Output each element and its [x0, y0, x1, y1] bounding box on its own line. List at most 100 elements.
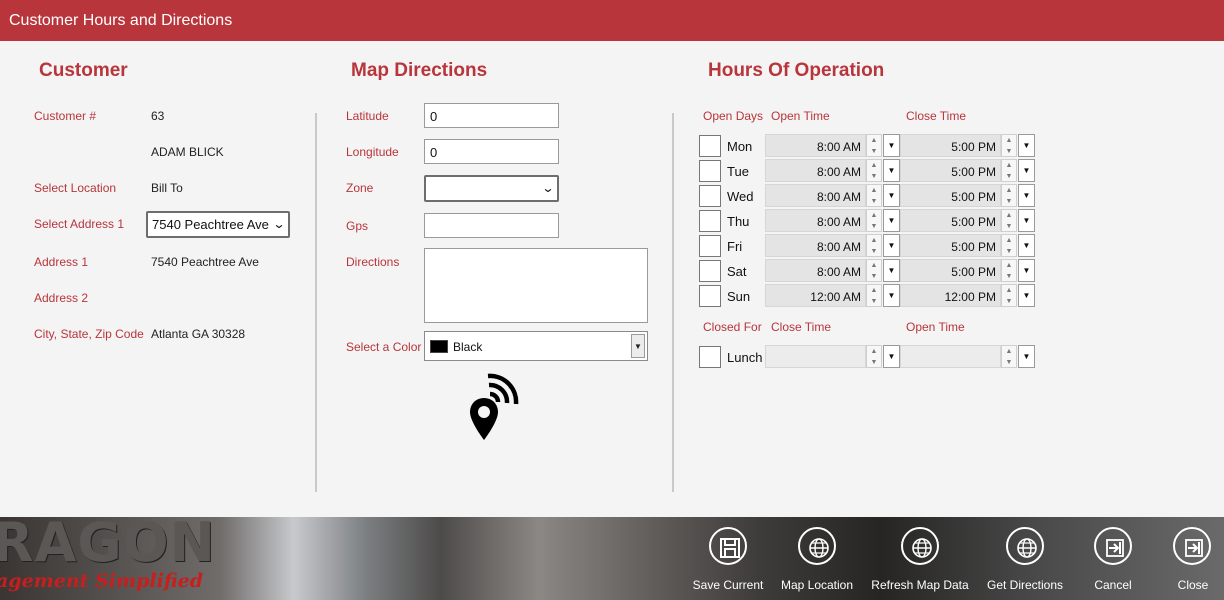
close-time-value[interactable]: 5:00 PM — [900, 184, 1001, 207]
latitude-input[interactable]: 0 — [424, 103, 559, 128]
time-spinner[interactable]: ▲ ▼ — [866, 209, 882, 232]
open-time-value[interactable]: 8:00 AM — [765, 259, 866, 282]
chevron-down-icon[interactable]: ▼ — [883, 134, 900, 157]
gps-input[interactable] — [424, 213, 559, 238]
time-spinner[interactable]: ▲ ▼ — [866, 259, 882, 282]
open-time-value[interactable]: 8:00 AM — [765, 159, 866, 182]
time-spinner[interactable]: ▲ ▼ — [1001, 184, 1017, 207]
thu-checkbox[interactable] — [699, 210, 721, 232]
open-time-value[interactable]: 8:00 AM — [765, 134, 866, 157]
spin-down-icon[interactable]: ▼ — [1002, 221, 1016, 232]
fri-checkbox[interactable] — [699, 235, 721, 257]
chevron-down-icon[interactable]: ▼ — [1018, 234, 1035, 257]
get-directions-button[interactable]: Get Directions — [985, 527, 1065, 597]
spin-down-icon[interactable]: ▼ — [867, 296, 881, 307]
spin-up-icon[interactable]: ▲ — [867, 185, 881, 196]
lunch-open-time-picker[interactable]: ▲ ▼ ▼ — [900, 345, 1035, 368]
close-time-value[interactable]: 5:00 PM — [900, 234, 1001, 257]
lunch-close-time-picker[interactable]: ▲ ▼ ▼ — [765, 345, 900, 368]
time-spinner[interactable]: ▲ ▼ — [866, 284, 882, 307]
time-spinner[interactable]: ▲ ▼ — [1001, 209, 1017, 232]
time-spinner[interactable]: ▲ ▼ — [1001, 134, 1017, 157]
spin-up-icon[interactable]: ▲ — [1002, 135, 1016, 146]
fri-close-time-picker[interactable]: 5:00 PM ▲ ▼ ▼ — [900, 234, 1035, 257]
spin-up-icon[interactable]: ▲ — [1002, 346, 1016, 357]
time-spinner[interactable]: ▲ ▼ — [866, 159, 882, 182]
refresh-map-data-button[interactable]: Refresh Map Data — [871, 527, 969, 597]
sun-checkbox[interactable] — [699, 285, 721, 307]
sat-checkbox[interactable] — [699, 260, 721, 282]
wed-close-time-picker[interactable]: 5:00 PM ▲ ▼ ▼ — [900, 184, 1035, 207]
spin-down-icon[interactable]: ▼ — [1002, 271, 1016, 282]
open-time-value[interactable]: 8:00 AM — [765, 234, 866, 257]
close-time-value[interactable]: 5:00 PM — [900, 259, 1001, 282]
spin-down-icon[interactable]: ▼ — [1002, 196, 1016, 207]
chevron-down-icon[interactable]: ▼ — [1018, 184, 1035, 207]
spin-up-icon[interactable]: ▲ — [867, 235, 881, 246]
time-spinner[interactable]: ▲ ▼ — [1001, 259, 1017, 282]
lunch-close-time-value[interactable] — [765, 345, 866, 368]
spin-up-icon[interactable]: ▲ — [867, 135, 881, 146]
open-time-value[interactable]: 8:00 AM — [765, 209, 866, 232]
spin-down-icon[interactable]: ▼ — [1002, 171, 1016, 182]
fri-open-time-picker[interactable]: 8:00 AM ▲ ▼ ▼ — [765, 234, 900, 257]
tue-checkbox[interactable] — [699, 160, 721, 182]
spin-up-icon[interactable]: ▲ — [1002, 260, 1016, 271]
thu-open-time-picker[interactable]: 8:00 AM ▲ ▼ ▼ — [765, 209, 900, 232]
time-spinner[interactable]: ▲ ▼ — [866, 134, 882, 157]
time-spinner[interactable]: ▲ ▼ — [866, 345, 882, 368]
save-current-button[interactable]: Save Current — [692, 527, 764, 597]
spin-up-icon[interactable]: ▲ — [1002, 235, 1016, 246]
open-time-value[interactable]: 8:00 AM — [765, 184, 866, 207]
sun-open-time-picker[interactable]: 12:00 AM ▲ ▼ ▼ — [765, 284, 900, 307]
spin-up-icon[interactable]: ▲ — [867, 285, 881, 296]
sun-close-time-picker[interactable]: 12:00 PM ▲ ▼ ▼ — [900, 284, 1035, 307]
spin-up-icon[interactable]: ▲ — [867, 346, 881, 357]
spin-down-icon[interactable]: ▼ — [867, 271, 881, 282]
chevron-down-icon[interactable]: ▼ — [883, 345, 900, 368]
chevron-down-icon[interactable]: ▼ — [883, 284, 900, 307]
thu-close-time-picker[interactable]: 5:00 PM ▲ ▼ ▼ — [900, 209, 1035, 232]
spin-down-icon[interactable]: ▼ — [1002, 357, 1016, 368]
chevron-down-icon[interactable]: ▼ — [1018, 284, 1035, 307]
tue-open-time-picker[interactable]: 8:00 AM ▲ ▼ ▼ — [765, 159, 900, 182]
sat-close-time-picker[interactable]: 5:00 PM ▲ ▼ ▼ — [900, 259, 1035, 282]
chevron-down-icon[interactable]: ▼ — [883, 184, 900, 207]
chevron-down-icon[interactable]: ▼ — [1018, 209, 1035, 232]
close-time-value[interactable]: 12:00 PM — [900, 284, 1001, 307]
chevron-down-icon[interactable]: ▼ — [1018, 259, 1035, 282]
chevron-down-icon[interactable]: ▼ — [1018, 345, 1035, 368]
lunch-open-time-value[interactable] — [900, 345, 1001, 368]
wed-open-time-picker[interactable]: 8:00 AM ▲ ▼ ▼ — [765, 184, 900, 207]
spin-down-icon[interactable]: ▼ — [1002, 296, 1016, 307]
close-time-value[interactable]: 5:00 PM — [900, 209, 1001, 232]
tue-close-time-picker[interactable]: 5:00 PM ▲ ▼ ▼ — [900, 159, 1035, 182]
time-spinner[interactable]: ▲ ▼ — [1001, 345, 1017, 368]
spin-down-icon[interactable]: ▼ — [867, 196, 881, 207]
spin-down-icon[interactable]: ▼ — [1002, 146, 1016, 157]
time-spinner[interactable]: ▲ ▼ — [866, 184, 882, 207]
chevron-down-icon[interactable]: ▼ — [1018, 134, 1035, 157]
spin-down-icon[interactable]: ▼ — [867, 357, 881, 368]
time-spinner[interactable]: ▲ ▼ — [866, 234, 882, 257]
chevron-down-icon[interactable]: ▼ — [883, 234, 900, 257]
close-button[interactable]: Close — [1164, 527, 1222, 597]
spin-up-icon[interactable]: ▲ — [1002, 185, 1016, 196]
spin-down-icon[interactable]: ▼ — [867, 171, 881, 182]
spin-down-icon[interactable]: ▼ — [867, 146, 881, 157]
time-spinner[interactable]: ▲ ▼ — [1001, 234, 1017, 257]
cancel-button[interactable]: Cancel — [1083, 527, 1143, 597]
mon-open-time-picker[interactable]: 8:00 AM ▲ ▼ ▼ — [765, 134, 900, 157]
chevron-down-icon[interactable]: ▼ — [1018, 159, 1035, 182]
directions-textarea[interactable] — [424, 248, 648, 323]
spin-down-icon[interactable]: ▼ — [867, 246, 881, 257]
wed-checkbox[interactable] — [699, 185, 721, 207]
color-dropdown[interactable]: Black ▼ — [424, 331, 648, 361]
select-address-dropdown[interactable]: 7540 Peachtree Ave ⌄ — [146, 211, 290, 238]
spin-up-icon[interactable]: ▲ — [867, 260, 881, 271]
chevron-down-icon[interactable]: ▼ — [883, 259, 900, 282]
mon-close-time-picker[interactable]: 5:00 PM ▲ ▼ ▼ — [900, 134, 1035, 157]
close-time-value[interactable]: 5:00 PM — [900, 159, 1001, 182]
mon-checkbox[interactable] — [699, 135, 721, 157]
spin-up-icon[interactable]: ▲ — [1002, 285, 1016, 296]
